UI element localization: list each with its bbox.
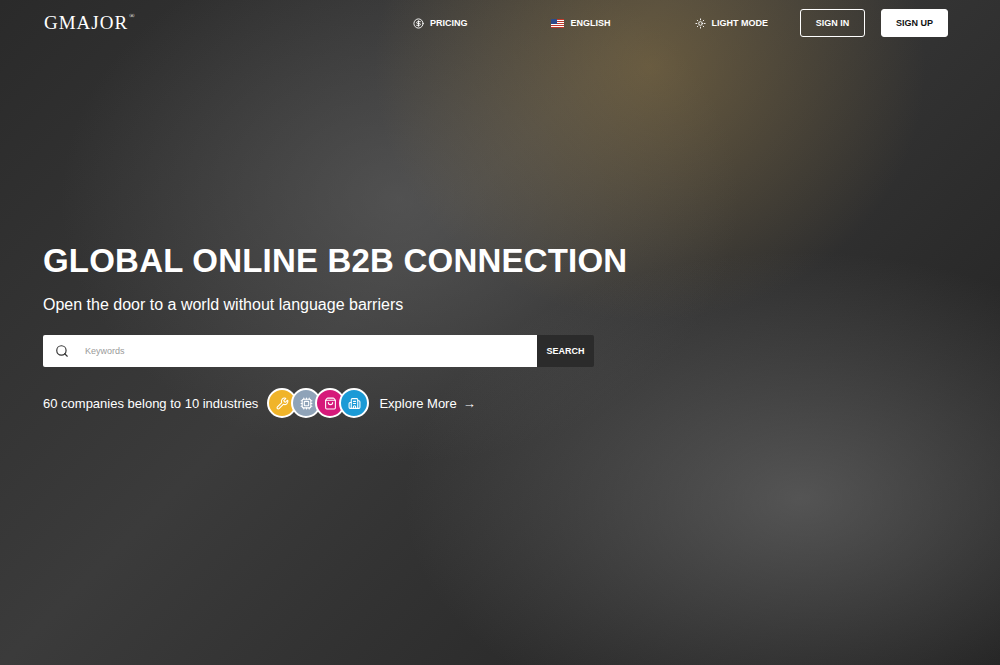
mode-toggle[interactable]: LIGHT MODE	[695, 18, 769, 29]
search-field	[43, 335, 537, 367]
stats-row: 60 companies belong to 10 industries Expl…	[43, 388, 1000, 418]
chip-icon	[300, 397, 313, 410]
pricing-link[interactable]: PRICING	[413, 18, 468, 29]
search-input[interactable]	[83, 345, 525, 357]
industry-bubble[interactable]	[339, 388, 369, 418]
sign-in-button[interactable]: SIGN IN	[800, 9, 865, 37]
hero-title: GLOBAL ONLINE B2B CONNECTION	[43, 242, 1000, 280]
bag-icon	[324, 397, 337, 410]
registered-mark: ®	[129, 12, 135, 20]
hero-subtitle: Open the door to a world without languag…	[43, 296, 1000, 314]
industry-bubbles	[267, 388, 369, 418]
search-button[interactable]: SEARCH	[537, 335, 594, 367]
header: GMAJOR® PRICING ENGLISH LIGHT MODE SIGN IN SI…	[0, 0, 1000, 40]
stats-text: 60 companies belong to 10 industries	[43, 396, 258, 411]
language-link[interactable]: ENGLISH	[551, 18, 610, 28]
hero-photo: GMAJOR® PRICING ENGLISH LIGHT MODE SIGN IN SI…	[0, 0, 1000, 665]
wrench-icon	[276, 397, 289, 410]
search-bar: SEARCH	[43, 335, 594, 367]
search-icon	[55, 344, 69, 358]
us-flag-icon	[551, 19, 564, 28]
arrow-icon: →	[463, 396, 476, 411]
sign-up-button[interactable]: SIGN UP	[881, 9, 948, 37]
dollar-icon	[413, 18, 424, 29]
hero: GLOBAL ONLINE B2B CONNECTION Open the doo…	[0, 40, 1000, 418]
nav: PRICING ENGLISH LIGHT MODE SIGN IN SIGN UP	[413, 9, 948, 37]
explore-more-link[interactable]: Explore More→	[379, 396, 475, 411]
logo[interactable]: GMAJOR®	[44, 12, 135, 34]
sun-icon	[695, 18, 706, 29]
building-icon	[348, 397, 361, 410]
